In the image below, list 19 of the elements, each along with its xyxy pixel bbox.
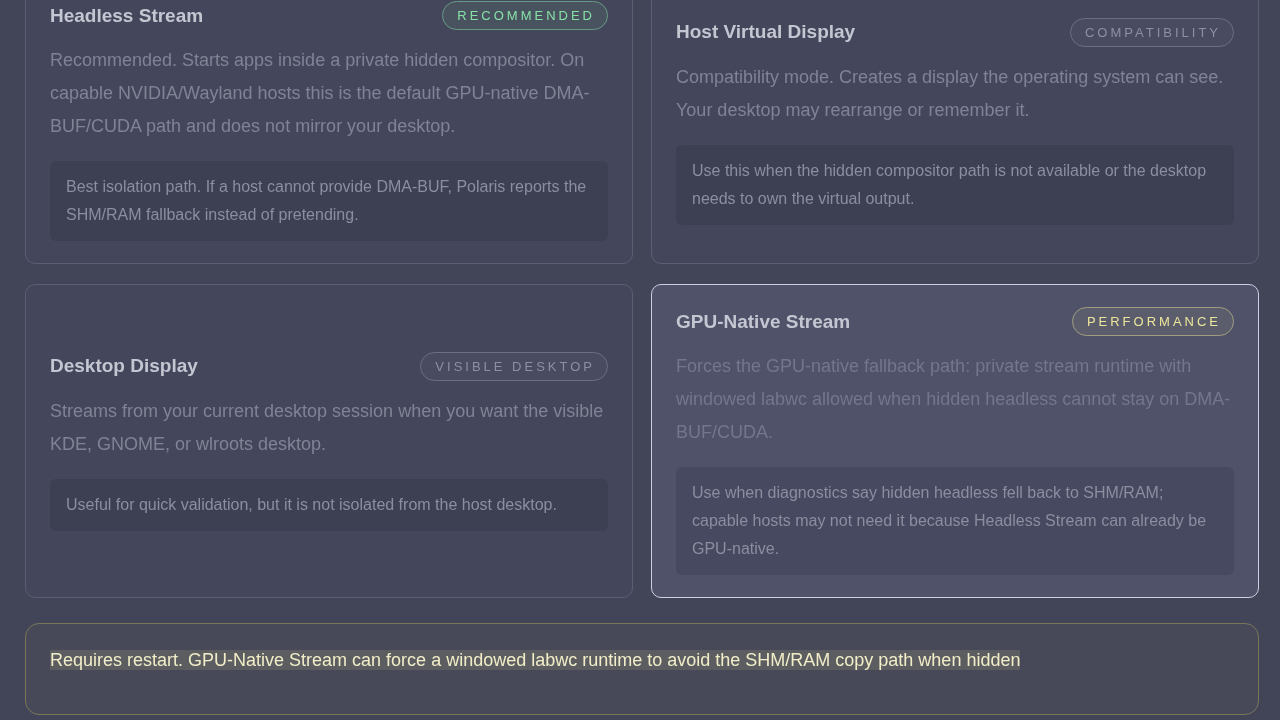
mode-note: Best isolation path. If a host cannot provide DMA-BUF, Polaris reports the SHM/RAM fallback instead of pretending. — [50, 161, 608, 241]
mode-badge: PERFORMANCE — [1071, 307, 1234, 336]
mode-title: Host Virtual Display — [676, 21, 856, 43]
mode-title: Headless Stream — [50, 4, 204, 27]
mode-badge: RECOMMENDED — [442, 1, 608, 30]
mode-note: Use when diagnostics say hidden headless fell back to SHM/RAM; capable hosts may not need it because Headless Stream can already be GPU-native. — [676, 467, 1234, 575]
mode-card[interactable] — [651, 0, 1259, 264]
mode-description: Compatibility mode. Creates a display the operating system can see. Your desktop may rearrange or remember it. — [676, 65, 1225, 122]
mode-card[interactable] — [25, 284, 633, 598]
mode-note: Use this when the hidden compositor path is not available or the desktop needs to own the virtual output. — [676, 144, 1234, 225]
mode-description: Streams from your current desktop session when you want the visible KDE, GNOME, or wlroots desktop. — [50, 399, 605, 456]
mode-title: Desktop Display — [50, 355, 198, 377]
mode-title: GPU-Native Stream — [676, 310, 851, 333]
mode-badge: VISIBLE DESKTOP — [420, 351, 608, 381]
mode-description: Recommended. Starts apps inside a private hidden compositor. On capable NVIDIA/Wayland hosts this is the default GPU-native DMA-BUF/CUDA path and does not mirror your desktop. — [50, 49, 591, 138]
mode-card[interactable] — [25, 0, 633, 264]
notice-text: Requires restart. GPU-Native Stream can force a windowed labwc runtime to avoid the SHM/RAM copy path when hidden — [50, 650, 1021, 670]
mode-badge: COMPATIBILITY — [1069, 17, 1234, 47]
mode-note: Useful for quick validation, but it is not isolated from the host desktop. — [50, 478, 608, 531]
